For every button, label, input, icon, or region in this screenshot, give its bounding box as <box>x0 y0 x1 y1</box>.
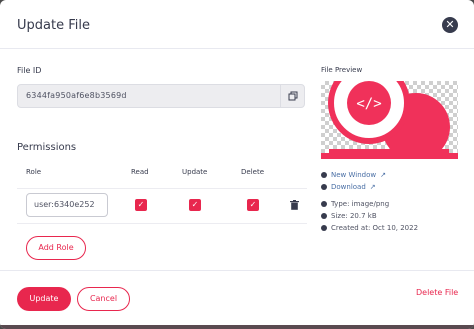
file-created-row: Created at: Oct 10, 2022 <box>321 224 418 232</box>
external-link-icon: ↗ <box>380 171 386 179</box>
download-circle-icon <box>321 184 327 190</box>
file-id-field: 6344fa950af6e8b3569d <box>17 84 305 108</box>
cancel-button[interactable]: Cancel <box>77 287 130 311</box>
delete-checkbox[interactable]: ✓ <box>247 199 259 211</box>
new-window-link[interactable]: New Window ↗ <box>321 171 386 179</box>
file-size: Size: 20.7 kB <box>331 212 377 220</box>
header-role: Role <box>26 168 42 176</box>
trash-icon[interactable] <box>290 200 299 210</box>
check-icon: ✓ <box>191 200 199 209</box>
header-update: Update <box>182 168 208 176</box>
file-preview-label: File Preview <box>321 66 363 74</box>
delete-file-button[interactable]: Delete File <box>416 288 458 297</box>
new-window-label: New Window <box>331 171 377 179</box>
file-size-row: Size: 20.7 kB <box>321 212 377 220</box>
role-input[interactable]: user:6340e252 <box>26 193 108 217</box>
file-created: Created at: Oct 10, 2022 <box>331 224 419 232</box>
info-icon <box>321 201 327 207</box>
header-delete: Delete <box>241 168 264 176</box>
svg-text:</>: </> <box>356 96 381 112</box>
external-link-icon: ↗ <box>369 183 376 191</box>
download-link[interactable]: Download ↗ <box>321 183 376 191</box>
file-type-row: Type: image/png <box>321 200 389 208</box>
file-type: Type: image/png <box>331 200 390 208</box>
arrow-circle-icon <box>321 172 327 178</box>
file-id-value: 6344fa950af6e8b3569d <box>26 91 127 100</box>
modal-title: Update File <box>17 18 90 33</box>
add-role-button[interactable]: Add Role <box>26 236 86 260</box>
download-label: Download <box>331 183 366 191</box>
size-icon <box>321 213 327 219</box>
close-icon: ✕ <box>445 18 455 31</box>
update-file-modal: Update File ✕ File ID 6344fa950af6e8b356… <box>0 0 474 329</box>
check-icon: ✓ <box>137 200 145 209</box>
file-id-label: File ID <box>17 66 42 75</box>
footer-divider <box>0 270 474 271</box>
file-preview-image: </> <box>321 81 458 159</box>
close-button[interactable]: ✕ <box>442 17 458 33</box>
header-read: Read <box>131 168 149 176</box>
update-button[interactable]: Update <box>17 287 71 311</box>
backdrop-strip <box>0 325 474 329</box>
check-icon: ✓ <box>249 200 257 209</box>
update-checkbox[interactable]: ✓ <box>189 199 201 211</box>
read-checkbox[interactable]: ✓ <box>135 199 147 211</box>
header-divider <box>0 48 474 49</box>
copy-button[interactable] <box>280 85 304 107</box>
appwrite-logo-image: </> <box>321 81 458 159</box>
permissions-title: Permissions <box>17 142 77 153</box>
calendar-icon <box>321 225 327 231</box>
copy-icon <box>288 91 297 101</box>
